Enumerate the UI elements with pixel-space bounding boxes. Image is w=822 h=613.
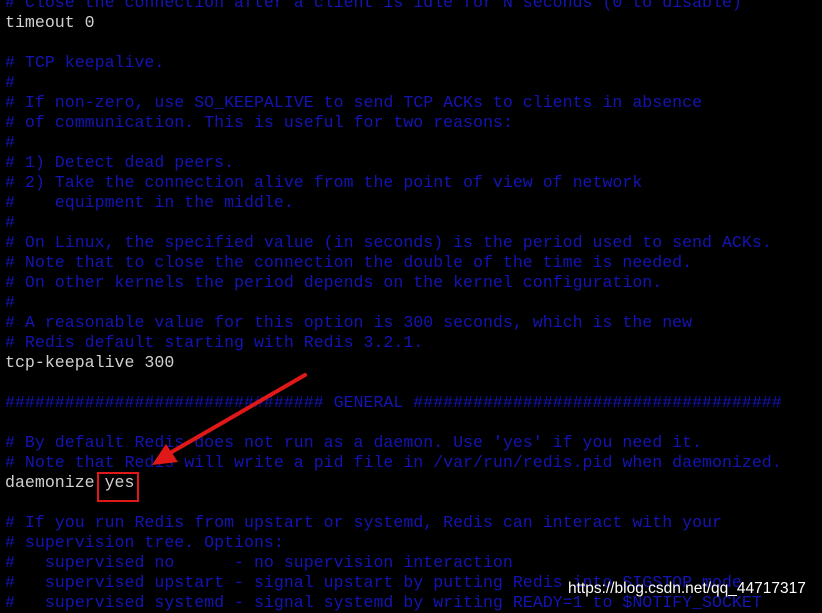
arrow-annotation-icon <box>152 373 307 465</box>
watermark: https://blog.csdn.net/qq_44717317 <box>568 580 806 597</box>
